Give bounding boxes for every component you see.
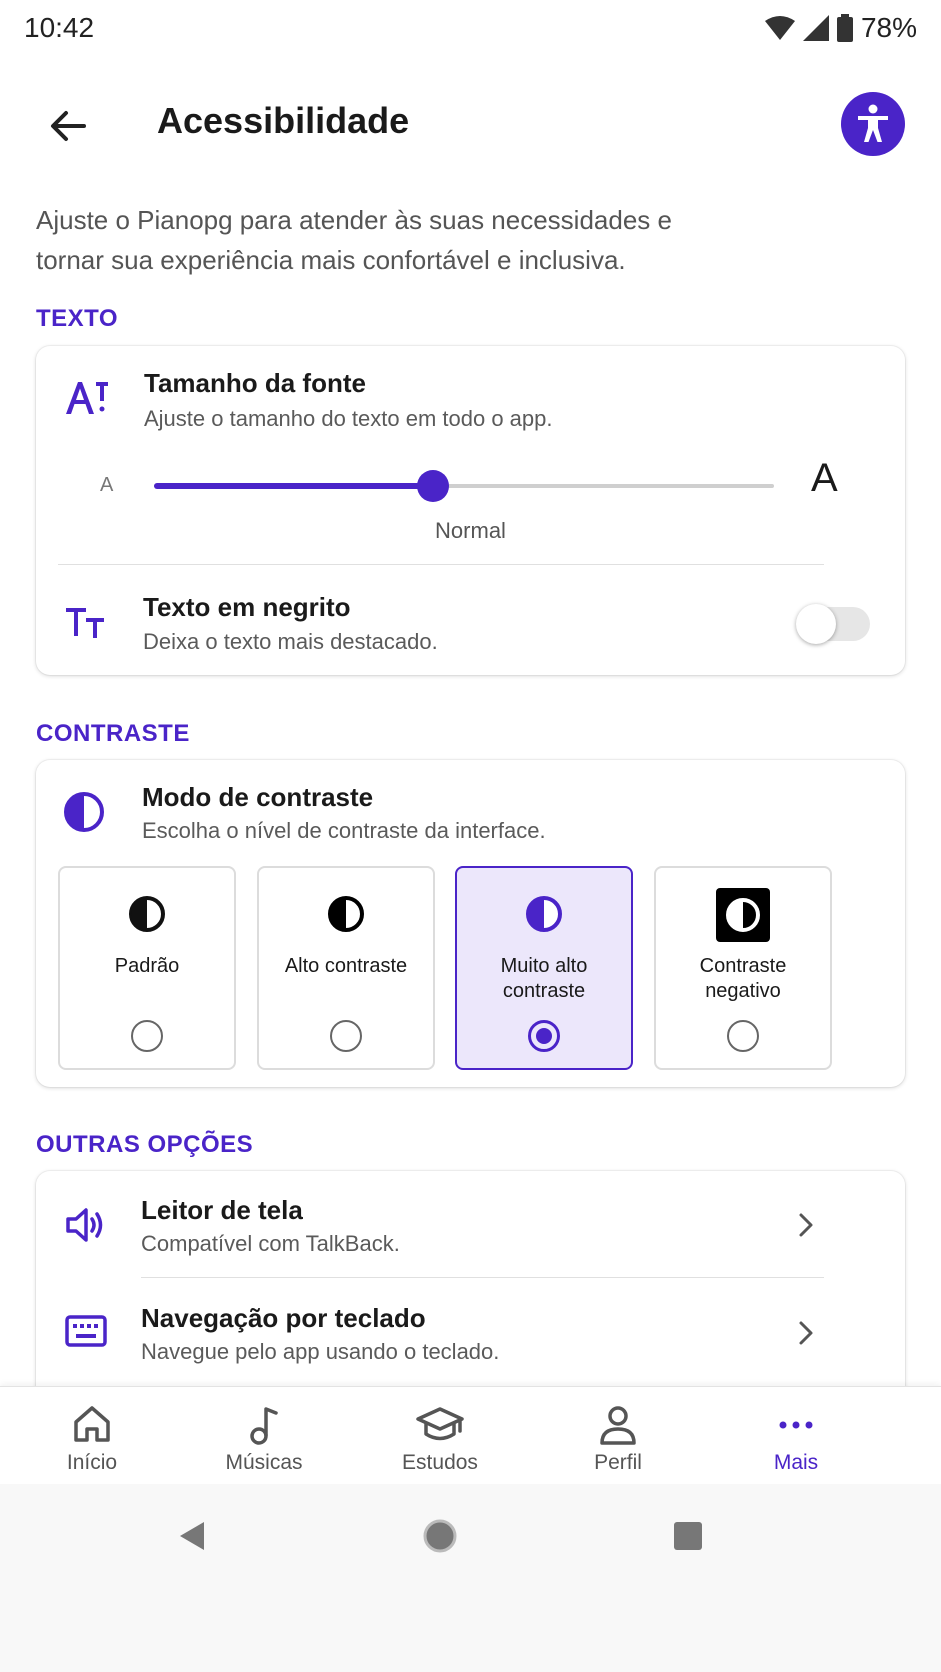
square-recents-icon bbox=[674, 1522, 702, 1550]
more-dots-icon bbox=[702, 1405, 890, 1445]
nav-label: Início bbox=[66, 1451, 118, 1474]
section-label-texto: TEXTO bbox=[36, 305, 119, 332]
arrow-left-icon bbox=[51, 111, 86, 141]
circle-home-icon bbox=[423, 1519, 457, 1553]
triangle-back-icon bbox=[180, 1522, 204, 1550]
contrast-option-radio[interactable] bbox=[727, 1020, 759, 1052]
nav-label: Músicas bbox=[225, 1451, 303, 1474]
bold-text-title: Texto em negrito bbox=[143, 592, 351, 622]
font-size-value: Normal bbox=[435, 518, 506, 543]
contrast-high-icon bbox=[259, 894, 433, 934]
section-label-contraste: CONTRASTE bbox=[36, 720, 190, 747]
nav-item-mais[interactable]: Mais bbox=[702, 1387, 890, 1485]
screen-reader-row[interactable]: Leitor de tela Compatível com TalkBack. bbox=[36, 1171, 905, 1279]
contrast-option-label: Alto contraste bbox=[284, 955, 408, 977]
nav-label: Perfil bbox=[594, 1451, 642, 1474]
keyboard-navigation-subtitle: Navegue pelo app usando o teclado. bbox=[141, 1339, 500, 1364]
bold-text-subtitle: Deixa o texto mais destacado. bbox=[143, 629, 438, 654]
speaker-icon bbox=[58, 1197, 114, 1253]
battery-icon bbox=[836, 14, 853, 42]
battery-percent: 78% bbox=[860, 12, 917, 43]
system-back-button[interactable] bbox=[162, 1506, 222, 1566]
contrast-option-muito-alto[interactable]: Muito alto contraste bbox=[455, 866, 633, 1070]
status-bar: 10:42 78% bbox=[0, 0, 941, 56]
home-icon bbox=[0, 1405, 186, 1443]
nav-item-estudos[interactable]: Estudos bbox=[346, 1387, 534, 1485]
contrast-mode-subtitle: Escolha o nível de contraste da interfac… bbox=[142, 818, 546, 843]
contrast-negative-icon bbox=[656, 888, 830, 942]
font-size-subtitle: Ajuste o tamanho do texto em todo o app. bbox=[144, 406, 553, 431]
font-size-icon bbox=[58, 370, 114, 426]
system-navigation-bar bbox=[0, 1484, 941, 1672]
nav-label: Mais bbox=[773, 1451, 819, 1474]
page-title: Acessibilidade bbox=[157, 100, 410, 141]
back-button[interactable] bbox=[36, 94, 100, 158]
text-settings-card: Tamanho da fonte Ajuste o tamanho do tex… bbox=[36, 346, 905, 675]
system-home-button[interactable] bbox=[410, 1506, 470, 1566]
contrast-option-label: Muito alto contraste bbox=[500, 955, 588, 1002]
contrast-option-negativo[interactable]: Contraste negativo bbox=[654, 866, 832, 1070]
app-bar: Acessibilidade bbox=[0, 86, 941, 162]
section-label-outras-opcoes: OUTRAS OPÇÕES bbox=[36, 1131, 254, 1158]
nav-item-inicio[interactable]: Início bbox=[0, 1387, 186, 1485]
accessibility-button[interactable] bbox=[841, 92, 905, 156]
keyboard-icon bbox=[58, 1303, 114, 1359]
font-size-slider-fill bbox=[154, 483, 433, 489]
intro-text: Ajuste o Pianopg para atender às suas ne… bbox=[36, 205, 672, 275]
contrast-very-high-icon bbox=[457, 894, 631, 934]
nav-label: Estudos bbox=[402, 1451, 478, 1474]
graduation-cap-icon bbox=[346, 1405, 534, 1445]
contrast-standard-icon bbox=[60, 894, 234, 934]
nav-item-musicas[interactable]: Músicas bbox=[170, 1387, 358, 1485]
bottom-navigation: Início Músicas Estudos Perfil Mais bbox=[0, 1386, 941, 1484]
keyboard-navigation-row[interactable]: Navegação por teclado Navegue pelo app u… bbox=[36, 1279, 905, 1387]
contrast-mode-title: Modo de contraste bbox=[142, 782, 374, 812]
nav-item-perfil[interactable]: Perfil bbox=[524, 1387, 712, 1485]
person-icon bbox=[524, 1405, 712, 1445]
font-size-slider[interactable] bbox=[154, 470, 774, 502]
chevron-right-icon bbox=[788, 1207, 824, 1243]
chevron-right-icon bbox=[788, 1315, 824, 1351]
wifi-icon bbox=[764, 16, 795, 40]
contrast-option-radio[interactable] bbox=[528, 1020, 560, 1052]
divider bbox=[58, 564, 824, 565]
contrast-icon bbox=[56, 784, 112, 840]
contrast-option-padrao[interactable]: Padrão bbox=[58, 866, 236, 1070]
font-size-title: Tamanho da fonte bbox=[144, 368, 366, 398]
status-time: 10:42 bbox=[24, 12, 95, 43]
contrast-option-label: Contraste negativo bbox=[699, 955, 787, 1002]
system-recents-button[interactable] bbox=[658, 1506, 718, 1566]
contrast-options: Padrão Alto contraste Muito alto contras… bbox=[58, 866, 884, 1070]
font-size-slider-thumb[interactable] bbox=[417, 470, 449, 502]
bold-text-toggle-thumb bbox=[796, 604, 836, 644]
font-size-large-a: A bbox=[811, 456, 838, 500]
contrast-option-radio[interactable] bbox=[131, 1020, 163, 1052]
screen-reader-title: Leitor de tela bbox=[141, 1195, 303, 1225]
keyboard-navigation-title: Navegação por teclado bbox=[141, 1303, 426, 1333]
bold-text-toggle[interactable] bbox=[796, 604, 872, 644]
contrast-option-radio[interactable] bbox=[330, 1020, 362, 1052]
cellular-signal-icon bbox=[802, 15, 829, 41]
accessibility-person-icon bbox=[858, 104, 888, 142]
contrast-card: Modo de contraste Escolha o nível de con… bbox=[36, 760, 905, 1087]
contrast-option-alto[interactable]: Alto contraste bbox=[257, 866, 435, 1070]
divider bbox=[141, 1277, 824, 1278]
text-bold-icon bbox=[58, 594, 114, 650]
status-icons: 78% bbox=[764, 12, 917, 44]
screen-reader-subtitle: Compatível com TalkBack. bbox=[141, 1231, 400, 1256]
music-note-icon bbox=[170, 1405, 358, 1445]
font-size-small-a: A bbox=[100, 474, 114, 496]
contrast-option-label: Padrão bbox=[114, 955, 180, 977]
